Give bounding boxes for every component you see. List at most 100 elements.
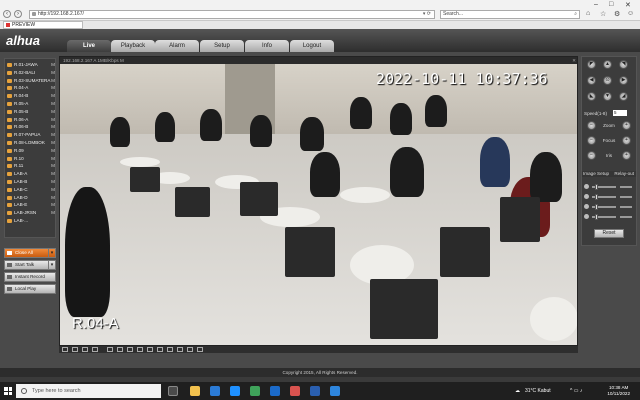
stream-switch-icon[interactable] — [197, 347, 203, 352]
zoom-in-icon[interactable]: + — [622, 121, 631, 130]
forward-icon[interactable]: › — [14, 10, 22, 18]
layout-4-icon[interactable] — [72, 347, 78, 352]
channel-item[interactable]: LAB-JRSN M — [6, 209, 56, 217]
channel-mode[interactable]: M — [51, 61, 55, 69]
audio-icon[interactable] — [177, 347, 183, 352]
close-all-dropdown-icon[interactable]: ▾ — [48, 249, 55, 257]
reset-button[interactable]: Reset — [594, 229, 624, 238]
channel-item[interactable]: R.08-LOMBOK M — [6, 139, 56, 147]
relay-out-label[interactable]: Relay-out — [614, 171, 634, 177]
mail-icon[interactable] — [230, 386, 240, 396]
iris-close-icon[interactable]: − — [587, 151, 596, 160]
channel-mode[interactable]: M — [51, 131, 55, 139]
ptz-up-right-icon[interactable]: ◥ — [619, 60, 628, 69]
menu-tab-playback[interactable]: Playback — [111, 40, 155, 52]
channel-mode[interactable]: M — [51, 186, 55, 194]
saturation-knob[interactable] — [595, 204, 598, 210]
channel-mode[interactable]: M — [51, 162, 55, 170]
edge-icon[interactable] — [270, 386, 280, 396]
ptz-left-icon[interactable]: ◀ — [587, 76, 596, 85]
channel-item[interactable]: R.10 M — [6, 155, 56, 163]
refresh-icon[interactable]: ▾ ⟳ — [423, 11, 431, 18]
ptz-down-right-icon[interactable]: ◢ — [619, 92, 628, 101]
channel-mode[interactable]: M — [51, 194, 55, 202]
layout-16-icon[interactable] — [92, 347, 98, 352]
channel-item[interactable]: R.06-B M — [6, 123, 56, 131]
hue-slider[interactable] — [592, 214, 616, 220]
start-talk-button[interactable]: Start Talk ▾ — [4, 260, 56, 270]
ie-icon[interactable] — [330, 386, 340, 396]
word-icon[interactable] — [310, 386, 320, 396]
record-icon[interactable] — [167, 347, 173, 352]
channel-mode[interactable]: M — [51, 84, 55, 92]
channel-item[interactable]: R.01-JAWA M — [6, 61, 56, 69]
menu-tab-setup[interactable]: Setup — [200, 40, 244, 52]
local-play-button[interactable]: Local Play — [4, 284, 56, 294]
hue-knob[interactable] — [595, 214, 598, 220]
menu-tab-live[interactable]: Live — [67, 40, 111, 52]
channel-item[interactable]: R.11 M — [6, 162, 56, 170]
channel-item[interactable]: R.02-BALI M — [6, 69, 56, 77]
relay-slider-3[interactable] — [620, 206, 632, 208]
snapshot-icon[interactable] — [157, 347, 163, 352]
channel-item[interactable]: LAB-A M — [6, 170, 56, 178]
close-stream-icon[interactable]: ✕ — [572, 57, 576, 64]
channel-item[interactable]: LAB-B M — [6, 178, 56, 186]
menu-tab-logout[interactable]: Logout — [290, 40, 334, 52]
menu-tab-alarm[interactable]: Alarm — [155, 40, 199, 52]
channel-item[interactable]: R.07-PAPUA M — [6, 131, 56, 139]
contrast-slider[interactable] — [592, 194, 616, 200]
channel-mode[interactable]: M — [51, 178, 55, 186]
brightness-knob[interactable] — [595, 184, 598, 190]
ptz-center-icon[interactable]: ⊙ — [603, 76, 612, 85]
channel-item[interactable]: R.09 M — [6, 147, 56, 155]
maximize-icon[interactable]: □ — [609, 1, 613, 8]
relay-slider-1[interactable] — [620, 186, 632, 188]
zoom-icon[interactable] — [187, 347, 193, 352]
channel-mode[interactable]: M — [51, 108, 55, 116]
tab-preview[interactable]: PREVIEW — [3, 21, 83, 29]
browser-search-input[interactable]: Search... ⌕ — [440, 10, 580, 19]
tray-icons[interactable]: ^ ▭ ♪ — [570, 382, 582, 400]
ptz-right-icon[interactable]: ▶ — [619, 76, 628, 85]
channel-mode[interactable]: M — [51, 147, 55, 155]
channel-mode[interactable]: M — [51, 123, 55, 131]
relay-slider-4[interactable] — [620, 216, 632, 218]
windows-start-icon[interactable] — [4, 387, 12, 395]
instant-record-button[interactable]: Instant Record — [4, 272, 56, 282]
channel-item[interactable]: R.05-B M — [6, 108, 56, 116]
channel-mode[interactable]: M — [51, 116, 55, 124]
channel-item[interactable]: R.05-A M — [6, 100, 56, 108]
channel-mode[interactable]: M — [51, 69, 55, 77]
search-icon[interactable]: ⌕ — [574, 11, 577, 18]
chrome-icon[interactable] — [250, 386, 260, 396]
taskbar-clock[interactable]: 10:38 AM 10/11/2022 — [607, 385, 630, 397]
weather-text[interactable]: 31°C Kabut — [525, 382, 551, 400]
weather-icon[interactable]: ☁ — [515, 382, 520, 400]
layout-8-icon[interactable] — [107, 347, 113, 352]
close-icon[interactable]: ✕ — [625, 1, 631, 9]
favorites-icon[interactable]: ☆ — [600, 10, 606, 18]
layout-1-icon[interactable] — [62, 347, 68, 352]
saturation-slider[interactable] — [592, 204, 616, 210]
ptz-up-icon[interactable]: ▲ — [603, 60, 612, 69]
file-explorer-icon[interactable] — [190, 386, 200, 396]
settings-gear-icon[interactable]: ⚙ — [614, 10, 620, 18]
layout-36-icon[interactable] — [137, 347, 143, 352]
channel-mode[interactable]: M — [51, 139, 55, 147]
speed-select[interactable]: 5 — [613, 110, 627, 116]
channel-mode[interactable]: M — [51, 201, 55, 209]
focus-near-icon[interactable]: − — [587, 136, 596, 145]
address-bar[interactable]: http://192.168.2.167/ ▾ ⟳ — [29, 10, 435, 19]
relay-slider-2[interactable] — [620, 196, 632, 198]
fullscreen-icon[interactable] — [147, 347, 153, 352]
channel-item[interactable]: LAB-C M — [6, 186, 56, 194]
iris-open-icon[interactable]: + — [622, 151, 631, 160]
focus-far-icon[interactable]: + — [622, 136, 631, 145]
image-setup-header[interactable]: Image Setup Relay-out — [582, 171, 636, 177]
channel-item[interactable]: R.04-A M — [6, 84, 56, 92]
channel-mode[interactable]: M — [51, 100, 55, 108]
layout-13-icon[interactable] — [117, 347, 123, 352]
minimize-icon[interactable]: – — [594, 1, 598, 8]
live-video[interactable]: 192.168.2.167 A 1MB/Kbps M ✕ 2022-10-11 … — [59, 56, 578, 346]
